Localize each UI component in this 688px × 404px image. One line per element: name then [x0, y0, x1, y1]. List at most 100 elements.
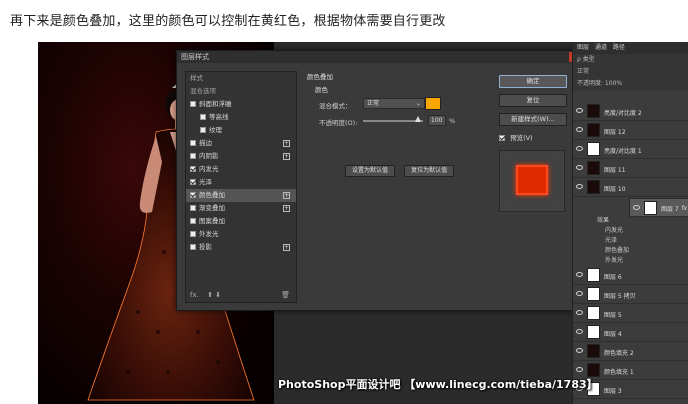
tab-channels[interactable]: 通道	[595, 44, 607, 51]
blend-options-item[interactable]: 混合选项	[186, 85, 296, 98]
layer-row[interactable]: 亮度/对比度 2	[573, 102, 688, 121]
style-item-label: 渐变叠加	[199, 204, 225, 212]
layer-row[interactable]: 图层 10	[573, 178, 688, 197]
opacity-unit: %	[449, 117, 456, 125]
style-item[interactable]: 光泽	[186, 176, 296, 189]
eye-icon[interactable]	[576, 310, 583, 315]
style-checkbox[interactable]	[190, 244, 196, 250]
eye-icon[interactable]	[576, 165, 583, 170]
opacity-slider[interactable]	[363, 120, 423, 122]
add-instance-icon[interactable]: +	[283, 205, 290, 212]
add-instance-icon[interactable]: +	[283, 192, 290, 199]
layers-opacity[interactable]: 不透明度: 100%	[573, 78, 688, 90]
add-instance-icon[interactable]: +	[283, 244, 290, 251]
eye-icon[interactable]	[576, 329, 583, 334]
eye-icon[interactable]	[576, 146, 583, 151]
move-arrows-icon[interactable]: ⬆ ⬇	[207, 291, 221, 299]
eye-icon[interactable]	[576, 367, 583, 372]
eye-icon[interactable]	[576, 348, 583, 353]
style-item[interactable]: 外发光	[186, 228, 296, 241]
new-style-button[interactable]: 新建样式(W)...	[499, 113, 567, 126]
style-checkbox[interactable]	[190, 153, 196, 159]
panel-title: 颜色叠加	[307, 73, 333, 81]
layer-row[interactable]: 图层 7 fx	[629, 198, 688, 217]
layer-thumbnail	[587, 161, 600, 175]
layer-thumbnail	[587, 123, 600, 137]
layer-row[interactable]: 图层 5 拷贝	[573, 285, 688, 304]
effect-item[interactable]: 颜色叠加	[573, 246, 688, 256]
eye-icon[interactable]	[576, 184, 583, 189]
style-item[interactable]: 斜面和浮雕	[186, 98, 296, 111]
style-checkbox[interactable]	[190, 205, 196, 211]
add-instance-icon[interactable]: +	[283, 140, 290, 147]
layer-row[interactable]: 颜色填充 2	[573, 342, 688, 361]
eye-icon[interactable]	[576, 127, 583, 132]
style-item[interactable]: 内阴影 +	[186, 150, 296, 163]
eye-icon[interactable]	[633, 205, 640, 210]
reset-button[interactable]: 复位	[499, 94, 567, 107]
layer-row[interactable]: 图层 6	[573, 266, 688, 285]
overlay-color-swatch[interactable]	[425, 97, 441, 110]
layer-row[interactable]: 图层 11	[573, 159, 688, 178]
layer-row[interactable]: 图层 5	[573, 304, 688, 323]
effect-item[interactable]: 光泽	[573, 236, 688, 246]
panel-subtitle: 颜色	[315, 86, 328, 94]
style-checkbox[interactable]	[190, 166, 196, 172]
style-item[interactable]: 图案叠加	[186, 215, 296, 228]
layer-name: 亮度/对比度 1	[604, 148, 642, 155]
fx-icon[interactable]: fx	[681, 204, 687, 213]
style-checkbox[interactable]	[200, 114, 206, 120]
layer-name: 图层 11	[604, 167, 626, 174]
layer-row[interactable]: 亮度/对比度 1	[573, 140, 688, 159]
effects-group[interactable]: 效果	[573, 216, 688, 226]
style-checkbox[interactable]	[190, 101, 196, 107]
set-default-button[interactable]: 设置为默认值	[345, 165, 396, 177]
style-checkbox[interactable]	[190, 218, 196, 224]
layer-thumbnail	[587, 268, 600, 282]
style-item[interactable]: 颜色叠加 +	[186, 189, 296, 202]
effect-item[interactable]: 内发光	[573, 226, 688, 236]
tab-paths[interactable]: 路径	[613, 44, 625, 51]
layer-name: 颜色填充 1	[604, 369, 634, 376]
eye-icon[interactable]	[576, 272, 583, 277]
add-instance-icon[interactable]: +	[283, 153, 290, 160]
layer-thumbnail	[644, 201, 657, 215]
layers-filter[interactable]: ρ 类型	[573, 54, 688, 66]
style-item[interactable]: 投影 +	[186, 241, 296, 254]
style-checkbox[interactable]	[190, 179, 196, 185]
layer-name: 图层 3	[604, 388, 622, 395]
layers-tabs: 图层 通道 路径	[573, 42, 688, 54]
reset-default-button[interactable]: 复位为默认值	[404, 165, 455, 177]
ok-button[interactable]: 确定	[499, 75, 567, 88]
style-item[interactable]: 内发光	[186, 163, 296, 176]
eye-icon[interactable]	[576, 291, 583, 296]
opacity-slider-knob[interactable]	[415, 116, 421, 122]
layer-row[interactable]: 图层 4	[573, 323, 688, 342]
tab-layers[interactable]: 图层	[577, 44, 589, 51]
eye-icon[interactable]	[576, 108, 583, 113]
effect-item[interactable]: 外发光	[573, 256, 688, 266]
style-checkbox[interactable]	[200, 127, 206, 133]
photoshop-screenshot: 图层样式 × 样式 混合选项 斜面和浮雕等高线纹理描边+内阴影+内发光光泽颜色叠…	[38, 42, 688, 404]
style-item[interactable]: 描边 +	[186, 137, 296, 150]
preview-checkbox-row[interactable]: 预览(V)	[499, 132, 579, 142]
style-checkbox[interactable]	[190, 192, 196, 198]
style-item[interactable]: 等高线	[186, 111, 296, 124]
style-item[interactable]: 纹理	[186, 124, 296, 137]
fx-button[interactable]: fx.	[190, 291, 199, 299]
caption-text: 再下来是颜色叠加，这里的颜色可以控制在黄红色，根据物体需要自行更改	[10, 14, 446, 29]
style-checkbox[interactable]	[190, 140, 196, 146]
watermark-text: PhotoShop平面设计吧 【www.linecg.com/tieba/178…	[278, 378, 598, 391]
opacity-input[interactable]: 100	[428, 115, 446, 126]
styles-header[interactable]: 样式	[186, 72, 296, 85]
preview-checkbox[interactable]	[499, 135, 505, 141]
layer-row[interactable]: 图层 12	[573, 121, 688, 140]
style-item-label: 投影	[199, 243, 212, 251]
style-checkbox[interactable]	[190, 231, 196, 237]
dialog-title-bar[interactable]: 图层样式 ×	[177, 51, 585, 63]
layer-name: 图层 10	[604, 186, 626, 193]
blend-mode-select[interactable]: 正常 ⌄	[363, 98, 425, 109]
layers-blend-mode[interactable]: 正常	[573, 66, 688, 78]
trash-icon[interactable]: 🗑	[281, 288, 290, 302]
style-item[interactable]: 渐变叠加 +	[186, 202, 296, 215]
